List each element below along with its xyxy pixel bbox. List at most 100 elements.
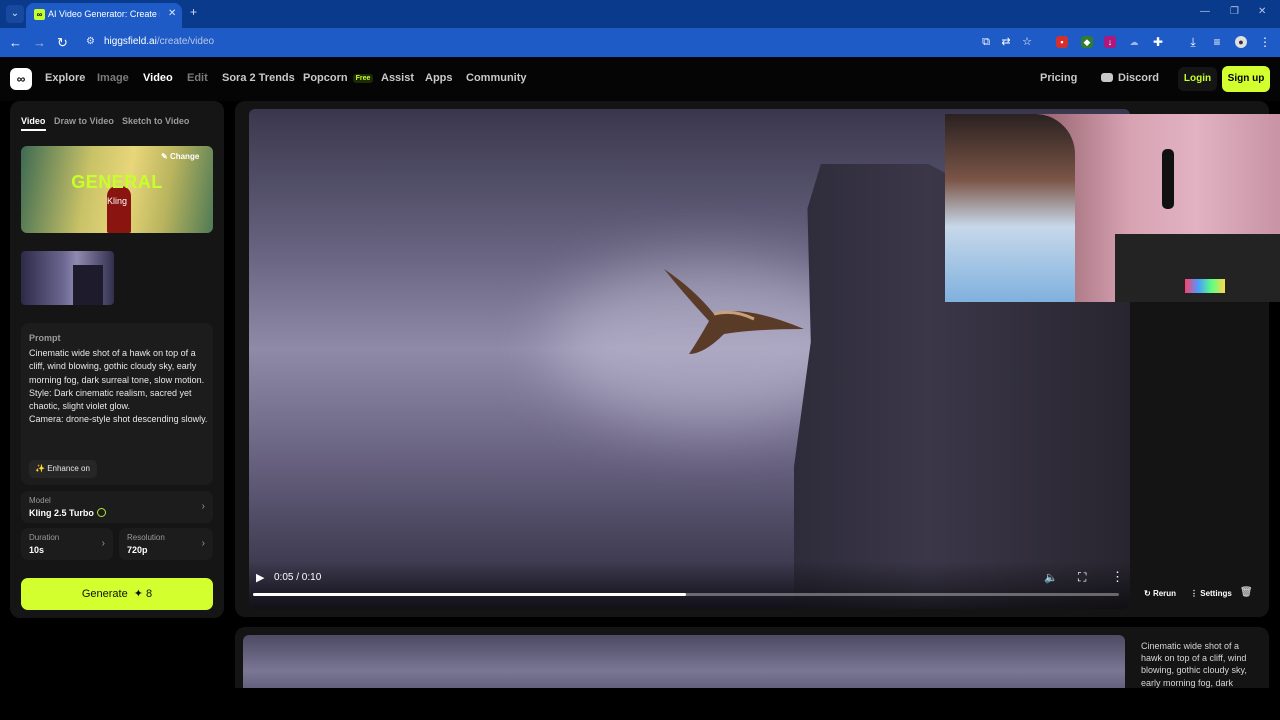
model-label: Model: [29, 496, 51, 505]
reload-icon[interactable]: ↻: [57, 35, 68, 51]
nav-edit[interactable]: Edit: [187, 72, 208, 84]
tab-title: AI Video Generator: Create stunning: [48, 9, 160, 19]
change-label: Change: [169, 152, 200, 161]
settings-dots-icon: ⋮: [1190, 589, 1201, 598]
rerun-icon: ↻: [1144, 589, 1153, 598]
nav-explore[interactable]: Explore: [45, 72, 85, 84]
extension-download-icon[interactable]: ↓: [1104, 36, 1116, 48]
nav-apps[interactable]: Apps: [425, 72, 453, 84]
preset-title: GENERAL: [71, 172, 163, 192]
video-progress-fill: [253, 593, 686, 596]
downloads-icon[interactable]: ⤓: [1187, 36, 1199, 48]
reference-image-thumbnail[interactable]: [21, 251, 114, 305]
hawk-image: [664, 269, 804, 354]
fullscreen-icon[interactable]: ⛶: [1078, 570, 1086, 585]
back-arrow-icon[interactable]: ←: [9, 35, 22, 50]
reading-list-icon[interactable]: ≡: [1211, 36, 1223, 48]
nav-community[interactable]: Community: [466, 72, 527, 84]
video-time: 0:05 / 0:10: [274, 572, 322, 583]
nav-popcorn[interactable]: Popcorn Free: [303, 72, 374, 84]
tab-draw-to-video[interactable]: Draw to Video: [54, 116, 114, 126]
chevron-right-icon: ›: [201, 538, 205, 549]
profile-avatar-icon[interactable]: ●: [1235, 36, 1247, 48]
url-path: /create/video: [156, 36, 215, 47]
model-name: Kling 2.5 Turbo: [29, 508, 94, 518]
preset-subtitle: Kling: [106, 196, 127, 206]
resolution-value: 720p: [127, 545, 148, 555]
prompt-textarea[interactable]: Cinematic wide shot of a hawk on top of …: [29, 347, 209, 447]
site-favicon-icon: ∞: [34, 9, 45, 20]
generate-cost: 8: [146, 588, 153, 600]
nav-image[interactable]: Image: [97, 72, 129, 84]
bookmark-star-icon[interactable]: ☆: [1021, 36, 1033, 48]
pricing-link[interactable]: Pricing: [1040, 72, 1077, 84]
change-preset-button[interactable]: ✎ Change: [161, 152, 199, 161]
nav-video[interactable]: Video: [143, 72, 173, 84]
url-domain: higgsfield.ai: [104, 36, 157, 47]
extensions-puzzle-icon[interactable]: ✚: [1152, 36, 1164, 48]
delete-icon[interactable]: 🗑: [1240, 587, 1253, 598]
restore-window-icon[interactable]: ❐: [1230, 6, 1239, 17]
forward-arrow-icon[interactable]: →: [33, 35, 46, 50]
discord-link[interactable]: Discord: [1101, 72, 1159, 84]
duration-value: 10s: [29, 545, 45, 555]
browser-menu-icon[interactable]: ⋮: [1259, 36, 1271, 48]
model-selector[interactable]: Model Kling 2.5 Turbo ›: [21, 491, 213, 523]
url-text[interactable]: higgsfield.ai/create/video: [104, 36, 214, 47]
translate-icon[interactable]: ⇄: [1000, 36, 1012, 48]
extension-red-icon[interactable]: ▪: [1056, 36, 1068, 48]
tab-sketch-to-video[interactable]: Sketch to Video: [122, 116, 189, 126]
browser-toolbar: ← → ↻ ⚙ higgsfield.ai/create/video ⧉ ⇄ ☆…: [0, 28, 1280, 57]
pencil-icon: ✎: [161, 152, 170, 161]
enhance-toggle[interactable]: ✨ Enhance on: [29, 460, 97, 478]
rerun-label: Rerun: [1152, 589, 1177, 598]
chevron-right-icon: ›: [101, 538, 105, 549]
nav-assist[interactable]: Assist: [381, 72, 414, 84]
higgsfield-logo-icon[interactable]: ∞: [10, 68, 32, 90]
kling-logo-icon: [96, 508, 106, 517]
site-header: ∞ Explore Image Video Edit Sora 2 Trends…: [0, 57, 1280, 101]
close-window-icon[interactable]: ✕: [1258, 6, 1266, 17]
login-button[interactable]: Login: [1178, 67, 1217, 91]
tab-video[interactable]: Video: [21, 116, 45, 126]
video-progress-bar[interactable]: [253, 593, 1119, 596]
previous-prompt-preview: Cinematic wide shot of a hawk on top of …: [1141, 641, 1247, 688]
extension-green-icon[interactable]: ◆: [1081, 36, 1093, 48]
extension-cloud-icon[interactable]: ☁: [1128, 36, 1140, 48]
tab-list-menu-icon[interactable]: ⌄: [6, 5, 24, 23]
close-tab-icon[interactable]: ✕: [168, 8, 176, 19]
webcam-overlay: [945, 114, 1280, 302]
nav-sora-2-trends[interactable]: Sora 2 Trends: [222, 72, 295, 84]
signup-button[interactable]: Sign up: [1222, 66, 1270, 92]
install-app-icon[interactable]: ⧉: [980, 36, 992, 48]
browser-tab[interactable]: ∞ AI Video Generator: Create stunning ✕: [26, 3, 182, 28]
previous-result-card: Cinematic wide shot of a hawk on top of …: [235, 627, 1269, 688]
discord-label: Discord: [1118, 72, 1159, 84]
settings-button[interactable]: ⋮ Settings: [1190, 589, 1232, 598]
minimize-window-icon[interactable]: —: [1200, 6, 1210, 17]
more-options-icon[interactable]: ⋮: [1111, 569, 1124, 585]
preset-figure-image: [107, 186, 131, 233]
volume-icon[interactable]: 🔈: [1044, 571, 1058, 584]
site-settings-icon[interactable]: ⚙: [86, 36, 95, 47]
discord-icon: [1101, 73, 1113, 82]
address-bar[interactable]: ⚙ higgsfield.ai/create/video: [80, 32, 1040, 53]
new-tab-icon[interactable]: +: [190, 5, 197, 19]
nav-popcorn-label: Popcorn: [303, 72, 348, 84]
settings-label: Settings: [1200, 589, 1232, 598]
free-badge: Free: [352, 74, 374, 83]
prompt-label: Prompt: [29, 333, 61, 343]
resolution-selector[interactable]: Resolution 720p ›: [119, 528, 213, 560]
play-icon[interactable]: ▶: [256, 571, 264, 584]
generate-button[interactable]: Generate ✦ 8: [21, 578, 213, 610]
magic-wand-icon: ✨: [35, 464, 48, 473]
generate-label: Generate: [81, 588, 128, 600]
rerun-button[interactable]: ↻ Rerun: [1144, 589, 1176, 598]
webcam-person: [945, 114, 1075, 302]
duration-selector[interactable]: Duration 10s ›: [21, 528, 113, 560]
chevron-right-icon: ›: [201, 501, 205, 512]
webcam-keyboard: [1185, 279, 1225, 293]
prompt-box[interactable]: Prompt Cinematic wide shot of a hawk on …: [21, 323, 213, 485]
previous-video-thumbnail[interactable]: [243, 635, 1125, 688]
preset-card[interactable]: GENERAL Kling ✎ Change: [21, 146, 213, 233]
